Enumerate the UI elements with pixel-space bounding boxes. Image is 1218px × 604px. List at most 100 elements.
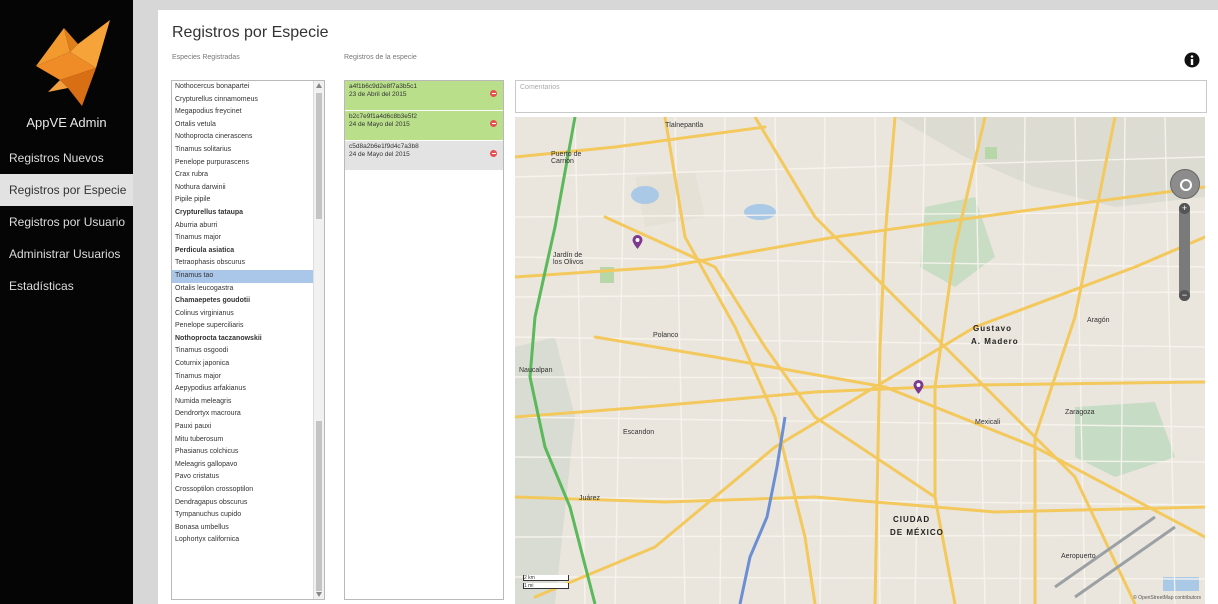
- map-label: Juárez: [579, 495, 601, 502]
- species-item[interactable]: Tympanuchus cupido: [172, 509, 324, 522]
- species-item[interactable]: Meleagris gallopavo: [172, 459, 324, 472]
- species-item[interactable]: Penelope superciliaris: [172, 320, 324, 333]
- species-item[interactable]: Nothura darwinii: [172, 182, 324, 195]
- nav-estadisticas[interactable]: Estadísticas: [0, 270, 133, 302]
- appve-bird-logo: [36, 20, 110, 106]
- species-item[interactable]: Aburria aburri: [172, 220, 324, 233]
- records-list: a4f1b6c9d2e8f7a3b5c1 23 de Abril del 201…: [344, 80, 504, 600]
- map-zoom-control: + −: [1170, 169, 1200, 309]
- species-item[interactable]: Tinamus tao: [172, 269, 324, 283]
- delete-icon[interactable]: [490, 120, 497, 127]
- zoom-slider[interactable]: + −: [1179, 203, 1190, 301]
- species-item[interactable]: Aepypodius arfakianus: [172, 383, 324, 396]
- map-label: Puerto de Carrion: [551, 151, 582, 165]
- record-id: c5d8a2b6e1f9d4c7a3b8: [349, 143, 419, 150]
- map-label: CIUDAD: [893, 515, 931, 524]
- species-item[interactable]: Ortalis vetula: [172, 119, 324, 132]
- map-label: Aragón: [1087, 317, 1110, 324]
- zoom-in-icon[interactable]: +: [1179, 203, 1190, 214]
- species-list[interactable]: Nothocercus bonapartei Crypturellus cinna…: [171, 80, 325, 600]
- map-attribution: © OpenStreetMap contributors: [1133, 595, 1201, 601]
- species-list-label: Especies Registradas: [172, 54, 240, 61]
- species-item[interactable]: Tetraophasis obscurus: [172, 257, 324, 270]
- comments-placeholder: Comentarios: [520, 84, 560, 91]
- species-item[interactable]: Nothocercus bonapartei: [172, 81, 324, 94]
- main-panel: Registros por Especie Especies Registrad…: [158, 10, 1218, 604]
- species-item[interactable]: Dendrortyx macroura: [172, 408, 324, 421]
- map-label: Tlalnepantla: [665, 122, 704, 129]
- map-tiles: [515, 117, 1205, 604]
- species-item[interactable]: Crypturellus tataupa: [172, 207, 324, 220]
- map-label: Mexicali: [975, 419, 1001, 426]
- species-item[interactable]: Tinamus osgoodi: [172, 345, 324, 358]
- scale-km: 2 km: [523, 575, 569, 581]
- record-id: a4f1b6c9d2e8f7a3b5c1: [349, 83, 417, 90]
- nav-administrar-usuarios[interactable]: Administrar Usuarios: [0, 238, 133, 270]
- map-scale: 2 km 1 mi: [523, 575, 569, 591]
- species-items: Nothocercus bonapartei Crypturellus cinna…: [172, 81, 324, 547]
- species-item[interactable]: Chamaepetes goudotii: [172, 295, 324, 308]
- record-item[interactable]: c5d8a2b6e1f9d4c7a3b8 24 de Mayo del 2015: [345, 141, 503, 171]
- record-item[interactable]: a4f1b6c9d2e8f7a3b5c1 23 de Abril del 201…: [345, 81, 503, 111]
- comments-field[interactable]: Comentarios: [515, 80, 1207, 113]
- species-item[interactable]: Bonasa umbellus: [172, 522, 324, 535]
- species-item[interactable]: Pipile pipile: [172, 194, 324, 207]
- species-item[interactable]: Dendragapus obscurus: [172, 497, 324, 510]
- species-item[interactable]: Crax rubra: [172, 169, 324, 182]
- sidebar-nav: Registros Nuevos Registros por Especie R…: [0, 142, 133, 302]
- species-item[interactable]: Crossoptilon crossoptilon: [172, 484, 324, 497]
- species-item[interactable]: Lophortyx californica: [172, 534, 324, 547]
- map-label: A. Madero: [971, 337, 1019, 346]
- species-item[interactable]: Nothoprocta taczanowskii: [172, 333, 324, 346]
- delete-icon[interactable]: [490, 90, 497, 97]
- species-item[interactable]: Penelope purpurascens: [172, 157, 324, 170]
- map-pan-icon[interactable]: [1170, 169, 1200, 199]
- zoom-out-icon[interactable]: −: [1179, 290, 1190, 301]
- info-icon[interactable]: [1184, 52, 1200, 68]
- scroll-down-icon[interactable]: [316, 592, 322, 597]
- species-item[interactable]: Nothoprocta cinerascens: [172, 131, 324, 144]
- species-scrollbar[interactable]: [313, 81, 324, 599]
- species-item[interactable]: Pauxi pauxi: [172, 421, 324, 434]
- map-pin-icon[interactable]: [913, 380, 924, 394]
- map-label: Zaragoza: [1065, 409, 1095, 416]
- species-item[interactable]: Perdicula asiatica: [172, 245, 324, 258]
- delete-icon[interactable]: [490, 150, 497, 157]
- species-item[interactable]: Coturnix japonica: [172, 358, 324, 371]
- species-item[interactable]: Tinamus solitarius: [172, 144, 324, 157]
- map-label: Jardín de los Olivos: [553, 252, 584, 266]
- records-list-label: Registros de la especie: [344, 54, 417, 61]
- map-label: Gustavo: [973, 324, 1013, 333]
- species-item[interactable]: Crypturellus cinnamomeus: [172, 94, 324, 107]
- page-title: Registros por Especie: [172, 24, 329, 41]
- nav-registros-por-especie[interactable]: Registros por Especie: [0, 174, 133, 206]
- record-id: b2c7e9f1a4d6c8b3e5f2: [349, 113, 417, 120]
- map-pin-icon[interactable]: [632, 235, 643, 249]
- species-item[interactable]: Numida meleagris: [172, 396, 324, 409]
- map-view[interactable]: Tlalnepantla Puerto de Carrion Jardín de…: [515, 117, 1205, 604]
- species-item[interactable]: Tinamus major: [172, 371, 324, 384]
- scale-mi: 1 mi: [523, 583, 569, 589]
- record-date: 24 de Mayo del 2015: [349, 151, 410, 158]
- scroll-thumb[interactable]: [316, 93, 322, 219]
- record-date: 24 de Mayo del 2015: [349, 121, 410, 128]
- species-item[interactable]: Pavo cristatus: [172, 471, 324, 484]
- app-brand: AppVE Admin: [26, 115, 107, 130]
- map-label: Aeropuerto: [1061, 553, 1096, 560]
- sidebar: AppVE Admin Registros Nuevos Registros p…: [0, 0, 133, 604]
- scroll-up-icon[interactable]: [316, 83, 322, 88]
- map-label: Naucalpan: [519, 367, 553, 374]
- species-item[interactable]: Megapodius freycinet: [172, 106, 324, 119]
- species-item[interactable]: Colinus virginianus: [172, 308, 324, 321]
- nav-registros-por-usuario[interactable]: Registros por Usuario: [0, 206, 133, 238]
- record-item[interactable]: b2c7e9f1a4d6c8b3e5f2 24 de Mayo del 2015: [345, 111, 503, 141]
- species-item[interactable]: Phasianus colchicus: [172, 446, 324, 459]
- species-item[interactable]: Tinamus major: [172, 232, 324, 245]
- species-item[interactable]: Mitu tuberosum: [172, 434, 324, 447]
- map-label: Polanco: [653, 332, 679, 339]
- map-label: DE MÉXICO: [890, 528, 944, 537]
- record-date: 23 de Abril del 2015: [349, 91, 407, 98]
- species-item[interactable]: Ortalis leucogastra: [172, 283, 324, 296]
- scroll-track[interactable]: [316, 421, 322, 591]
- nav-registros-nuevos[interactable]: Registros Nuevos: [0, 142, 133, 174]
